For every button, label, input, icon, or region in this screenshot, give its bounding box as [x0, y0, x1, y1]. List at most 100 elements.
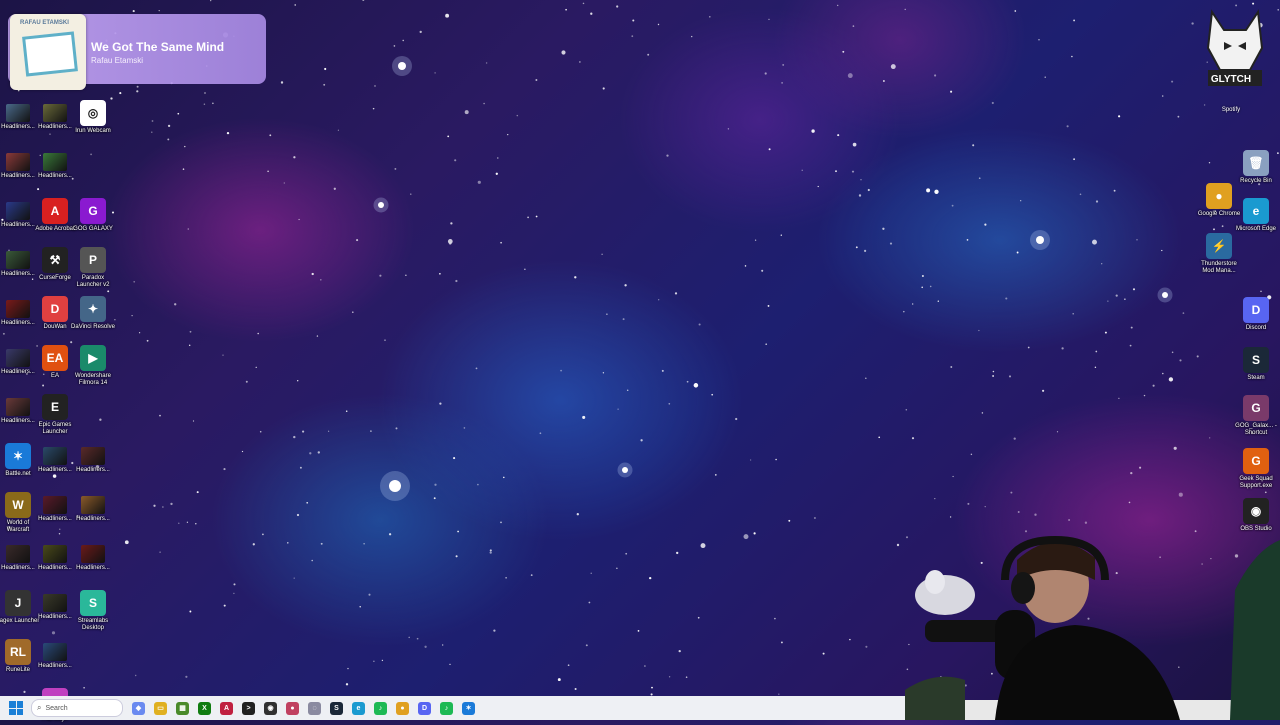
- desktop-icon-discord[interactable]: D Discord: [1234, 297, 1278, 332]
- desktop-icon-wondershare-filmora-14[interactable]: ▶ Wondershare Filmora 14: [71, 345, 115, 387]
- taskbar-spotify-icon[interactable]: ♪: [374, 701, 387, 715]
- google-chrome-icon: ●: [1206, 183, 1232, 209]
- desktop-icon-microsoft-edge[interactable]: e Microsoft Edge: [1234, 198, 1278, 233]
- taskbar-steam-icon[interactable]: S: [330, 701, 343, 715]
- star: [912, 303, 914, 305]
- taskbar-discord-icon[interactable]: D: [418, 701, 431, 715]
- desktop-icon-headliners[interactable]: Headliners...: [33, 639, 77, 670]
- star: [579, 61, 581, 63]
- star: [362, 0, 365, 2]
- taskbar-search[interactable]: ⌕ Search: [31, 699, 123, 717]
- desktop-icon-headliners[interactable]: Headliners...: [71, 541, 115, 572]
- star: [170, 502, 173, 506]
- gog-galaxy-icon: G: [80, 198, 106, 224]
- taskbar-chrome-icon[interactable]: ●: [396, 701, 409, 715]
- star: [167, 138, 170, 141]
- star: [394, 167, 397, 170]
- star: [223, 604, 226, 607]
- star: [311, 272, 314, 276]
- desktop-icon-headliners[interactable]: Headliners...: [71, 443, 115, 474]
- taskbar-adobe-icon[interactable]: A: [220, 701, 233, 715]
- star: [753, 532, 756, 535]
- star: [500, 241, 502, 244]
- desktop-icon-davinci-resolve[interactable]: ✦ DaVinci Resolve: [71, 296, 115, 331]
- desktop-icon-headliners[interactable]: Headliners...: [71, 492, 115, 523]
- star: [865, 377, 867, 380]
- taskbar-cortana-icon[interactable]: ◌: [308, 701, 321, 715]
- star: [302, 430, 305, 433]
- desktop-icon-steam[interactable]: S Steam: [1234, 347, 1278, 382]
- star: [1130, 471, 1133, 475]
- star: [132, 10, 135, 13]
- bright-star: [1036, 236, 1044, 244]
- star: [306, 501, 309, 504]
- star: [1143, 394, 1146, 397]
- star: [453, 457, 456, 460]
- desktop-icon-gog-galaxy[interactable]: G GOG GALAXY: [71, 198, 115, 233]
- taskbar-edge-icon[interactable]: e: [352, 701, 365, 715]
- star: [1104, 331, 1107, 334]
- desktop-icon-paradox-launcher-v2[interactable]: P Paradox Launcher v2: [71, 247, 115, 289]
- glytch-logo[interactable]: GLYTCH Spotify: [1200, 8, 1270, 113]
- star: [52, 474, 57, 478]
- star: [1252, 2, 1255, 5]
- star: [1042, 389, 1045, 392]
- runelite-icon: RL: [5, 639, 31, 665]
- star: [778, 693, 780, 695]
- star: [316, 335, 319, 337]
- star: [395, 427, 398, 430]
- taskbar-minecraft-icon[interactable]: ▦: [176, 701, 189, 715]
- star: [203, 103, 206, 105]
- video-thumbnail-icon: [43, 643, 67, 661]
- star: [1136, 239, 1138, 241]
- taskbar-file-explorer-icon[interactable]: ▭: [154, 701, 167, 715]
- star: [1171, 80, 1174, 83]
- desktop-icon-headliners[interactable]: Headliners...: [33, 149, 77, 180]
- desktop-icon-gog-galax-shortcut[interactable]: G GOG_Galax... - Shortcut: [1234, 395, 1278, 437]
- star: [658, 299, 660, 301]
- star: [1014, 10, 1017, 12]
- star: [500, 521, 502, 524]
- taskbar-obs-icon[interactable]: ◉: [264, 701, 277, 715]
- star: [49, 133, 51, 135]
- star: [222, 354, 224, 356]
- star: [590, 12, 593, 15]
- taskbar-copilot-icon[interactable]: ◆: [132, 701, 145, 715]
- media-notification[interactable]: RAFAU ETAMSKI We Got The Same Mind Rafau…: [8, 14, 266, 90]
- star: [905, 409, 908, 411]
- star: [189, 610, 192, 613]
- taskbar-battlenet-icon[interactable]: ✶: [462, 701, 475, 715]
- star: [576, 513, 579, 516]
- star: [136, 90, 139, 93]
- desktop-icon-geek-squad-support-exe[interactable]: G Geek Squad Support.exe: [1234, 448, 1278, 490]
- desktop-icon-label: GOG_Galax... - Shortcut: [1235, 423, 1277, 436]
- star: [70, 341, 73, 344]
- taskbar-app-icon[interactable]: ●: [286, 701, 299, 715]
- desktop-icon-label: Epic Games Launcher: [38, 422, 72, 435]
- star: [837, 134, 840, 137]
- star: [775, 458, 777, 461]
- star: [774, 617, 776, 620]
- desktop-icon-thunderstore-mod-mana[interactable]: ⚡ Thunderstore Mod Mana...: [1197, 233, 1241, 275]
- desktop-icon-streamlabs-desktop[interactable]: S Streamlabs Desktop: [71, 590, 115, 632]
- star: [836, 4, 839, 7]
- desktop-icon-irun-webcam[interactable]: ◎ Irun Webcam: [71, 100, 115, 135]
- glytch-logo-label: Spotify: [1221, 107, 1241, 113]
- star: [352, 311, 354, 313]
- star: [212, 102, 214, 105]
- taskbar-xbox-icon[interactable]: X: [198, 701, 211, 715]
- star: [864, 249, 867, 252]
- star: [780, 641, 783, 644]
- desktop-icon-recycle-bin[interactable]: 🗑 Recycle Bin: [1234, 150, 1278, 185]
- desktop-icon-obs-studio[interactable]: ◉ OBS Studio: [1234, 498, 1278, 533]
- taskbar-terminal-icon[interactable]: >: [242, 701, 255, 715]
- desktop-icon-epic-games-launcher[interactable]: E Epic Games Launcher: [33, 394, 77, 436]
- star: [693, 383, 699, 388]
- taskbar-spotify-2-icon[interactable]: ♪: [440, 701, 453, 715]
- star: [457, 530, 459, 533]
- star: [363, 543, 365, 545]
- start-button[interactable]: [9, 701, 23, 715]
- star: [950, 90, 953, 93]
- video-thumbnail-icon: [6, 349, 30, 367]
- star: [337, 129, 339, 131]
